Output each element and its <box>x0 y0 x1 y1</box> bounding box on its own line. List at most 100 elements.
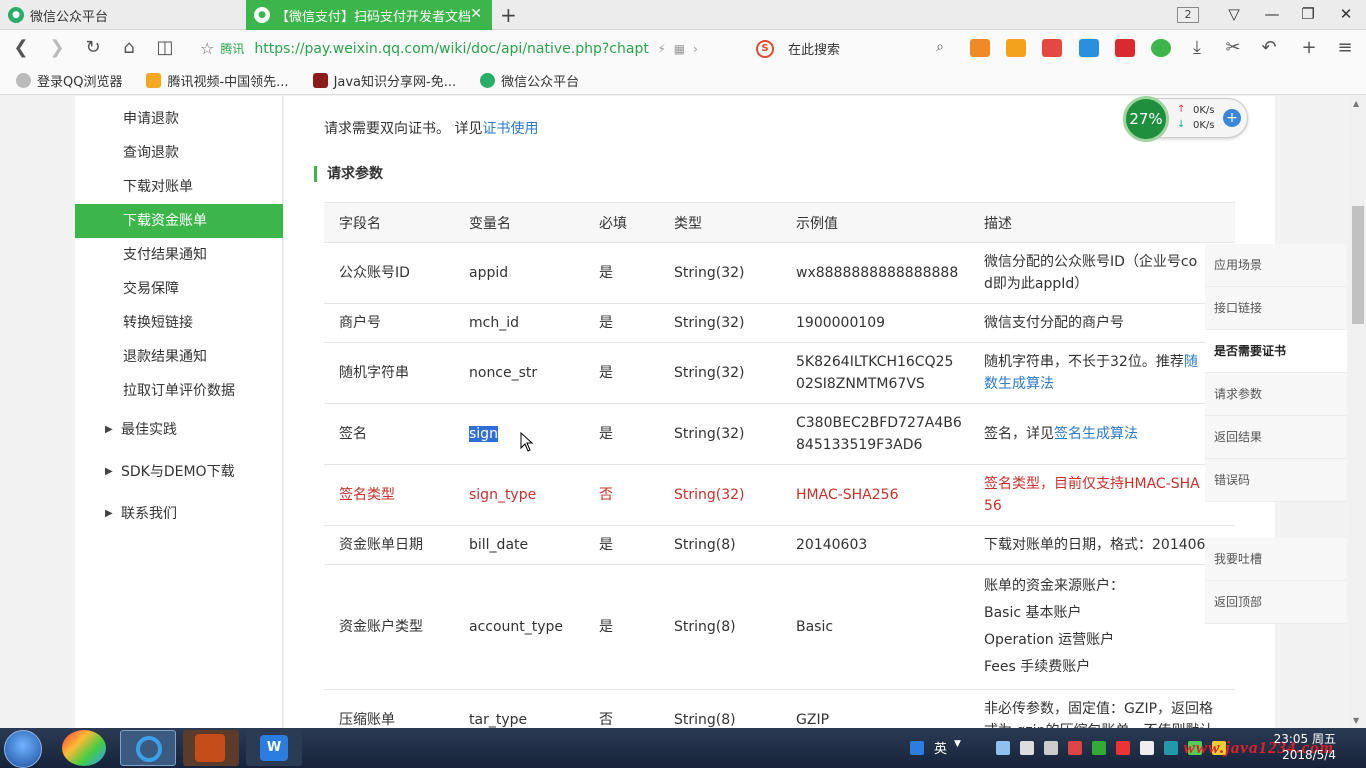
app-icon-colorful[interactable] <box>62 730 106 766</box>
ime-logo-icon[interactable] <box>910 741 924 755</box>
maximize-icon[interactable]: ❐ <box>1298 5 1318 23</box>
tshirt-skin-icon[interactable]: ▽ <box>1224 5 1244 23</box>
toc-item-scenario[interactable]: 应用场景 <box>1205 244 1347 287</box>
cell-field: 随机字符串 <box>324 342 454 404</box>
desc-line: 56 <box>984 498 1002 514</box>
bookmark-star-icon[interactable]: ☆ <box>200 39 214 58</box>
forward-icon[interactable]: ❯ <box>46 37 68 58</box>
sidebar-item-trade-guarantee[interactable]: 交易保障 <box>75 272 283 306</box>
add-icon[interactable]: + <box>1298 37 1320 58</box>
search-placeholder[interactable]: 在此搜索 <box>788 39 840 58</box>
download-icon[interactable]: ⤓ <box>1186 37 1208 58</box>
cell-desc: 账单的资金来源账户： Basic 基本账户 Operation 运营账户 Fee… <box>969 564 1235 690</box>
security-app-icon[interactable] <box>1068 741 1082 755</box>
bookmark-java-share[interactable]: Java知识分享网-免... <box>312 71 456 90</box>
java-logo-icon <box>312 73 328 88</box>
video-icon[interactable] <box>1006 39 1026 57</box>
toc-item-error-code[interactable]: 错误码 <box>1205 459 1347 502</box>
bookmark-weixin-mp[interactable]: 微信公众平台 <box>480 71 579 90</box>
tab-count-badge[interactable]: 2 <box>1177 7 1199 23</box>
volume-icon[interactable] <box>1140 741 1154 755</box>
ime-dropdown-icon[interactable]: ▼ <box>954 739 961 749</box>
play-icon[interactable] <box>1079 39 1099 57</box>
sidebar-item-refund[interactable]: 申请退款 <box>75 102 283 136</box>
reload-icon[interactable]: ↻ <box>82 37 104 58</box>
bookmark-qq-login[interactable]: 登录QQ浏览器 <box>16 71 122 90</box>
tab-wxpay-docs[interactable]: ● 【微信支付】扫码支付开发者文档 ✕ <box>246 0 492 30</box>
col-header-desc: 描述 <box>969 202 1235 243</box>
antivirus-icon[interactable] <box>1116 741 1130 755</box>
bookmark-tencent-video[interactable]: 腾讯视频-中国领先... <box>146 71 289 90</box>
wps-taskbar-icon[interactable]: W <box>246 730 302 766</box>
new-tab-icon[interactable]: + <box>500 3 517 27</box>
sidebar-item-refund-notify[interactable]: 退款结果通知 <box>75 340 283 374</box>
scissors-icon[interactable]: ✂ <box>1222 37 1244 58</box>
eclipse-taskbar-icon[interactable] <box>183 730 239 766</box>
sidebar-item-order-comments[interactable]: 拉取订单评价数据 <box>75 374 283 408</box>
toc-item-api-url[interactable]: 接口链接 <box>1205 287 1347 330</box>
back-icon[interactable]: ❮ <box>10 37 32 58</box>
reader-icon[interactable]: ◫ <box>154 37 176 58</box>
url-text[interactable]: https://pay.weixin.qq.com/wiki/doc/api/n… <box>254 41 649 57</box>
minimize-icon[interactable]: — <box>1262 5 1282 23</box>
sidebar-item-query-refund[interactable]: 查询退款 <box>75 136 283 170</box>
random-algo-link[interactable]: 数生成算法 <box>984 376 1054 392</box>
wechat-icon: ● <box>8 7 24 23</box>
system-tray: 英 ▼ www.java1234.com 23:05 周五 2018/5/4 <box>900 728 1366 768</box>
net-speed-widget[interactable]: 27% ↑ 0K/s ↓ 0K/s + <box>1123 96 1248 142</box>
close-window-icon[interactable]: ✕ <box>1336 5 1356 23</box>
close-tab-icon[interactable]: ✕ <box>470 6 482 22</box>
tab-weixin-mp[interactable]: ● 微信公众平台 <box>0 0 246 30</box>
toc-item-return-result[interactable]: 返回结果 <box>1205 416 1347 459</box>
system-clock[interactable]: 23:05 周五 2018/5/4 <box>1274 731 1336 763</box>
scrollbar-thumb[interactable] <box>1352 206 1364 324</box>
sidebar-item-pay-notify[interactable]: 支付结果通知 <box>75 238 283 272</box>
sidebar-group-best-practice[interactable]: ▶ 最佳实践 <box>75 409 283 451</box>
page-scrollbar[interactable]: ▲ ▼ <box>1350 96 1366 728</box>
wifi-icon[interactable] <box>1164 741 1178 755</box>
sidebar-group-sdk-demo[interactable]: ▶ SDK与DEMO下载 <box>75 451 283 493</box>
deal-icon[interactable] <box>1115 39 1135 57</box>
display-icon[interactable] <box>1044 741 1058 755</box>
back-to-top-button[interactable]: 返回顶部 <box>1205 581 1347 624</box>
sidebar-item-download-fund-bill[interactable]: 下载资金账单 <box>75 204 283 238</box>
undo-icon[interactable]: ↶ <box>1258 37 1280 58</box>
desc-line: d即为此appId） <box>984 276 1089 292</box>
sign-algo-link[interactable]: 签名生成算法 <box>1054 426 1138 442</box>
toc-item-need-cert[interactable]: 是否需要证书 <box>1205 330 1347 373</box>
feedback-button[interactable]: 我要吐槽 <box>1205 538 1347 581</box>
address-bar[interactable]: ☆ 腾讯 https://pay.weixin.qq.com/wiki/doc/… <box>200 35 740 62</box>
cert-usage-link[interactable]: 证书使用 <box>482 121 538 137</box>
cell-type: String(32) <box>659 342 781 404</box>
network-icon[interactable] <box>996 741 1010 755</box>
scroll-down-icon[interactable]: ▼ <box>1353 716 1359 725</box>
lightning-icon[interactable]: ⚡ <box>657 42 665 56</box>
col-header-required: 必填 <box>584 202 659 243</box>
memory-percent[interactable]: 27% <box>1123 96 1169 142</box>
qr-icon[interactable]: ▦ <box>674 42 685 56</box>
qq-browser-taskbar-icon[interactable] <box>120 730 176 766</box>
screenshot-icon[interactable] <box>1042 39 1062 57</box>
random-algo-link[interactable]: 随 <box>1184 354 1198 370</box>
wechat-toolbar-icon[interactable] <box>1151 39 1171 57</box>
cell-required: 是 <box>584 525 659 565</box>
menu-icon[interactable]: ≡ <box>1334 37 1356 58</box>
add-icon[interactable]: + <box>1223 109 1241 127</box>
chevron-right-icon[interactable]: › <box>693 42 698 56</box>
ime-language[interactable]: 英 <box>934 738 947 757</box>
home-icon[interactable]: ⌂ <box>118 37 140 58</box>
scroll-up-icon[interactable]: ▲ <box>1353 99 1359 108</box>
cloud-icon[interactable] <box>1020 741 1034 755</box>
params-table: 字段名 变量名 必填 类型 示例值 描述 公众账号ID appid 是 Stri… <box>324 202 1235 728</box>
game-icon[interactable] <box>970 39 990 57</box>
sidebar-item-download-bill[interactable]: 下载对账单 <box>75 170 283 204</box>
sogou-logo-icon[interactable]: S <box>756 39 774 58</box>
toc-item-request-params[interactable]: 请求参数 <box>1205 373 1347 416</box>
sidebar-group-contact[interactable]: ▶ 联系我们 <box>75 493 283 535</box>
windows-start-icon[interactable] <box>4 730 42 768</box>
search-box[interactable]: S 在此搜索 ⌕ <box>756 35 948 62</box>
selected-text[interactable]: sign <box>469 426 498 442</box>
sidebar-item-short-url[interactable]: 转换短链接 <box>75 306 283 340</box>
search-icon[interactable]: ⌕ <box>936 39 944 55</box>
shield-icon[interactable] <box>1092 741 1106 755</box>
